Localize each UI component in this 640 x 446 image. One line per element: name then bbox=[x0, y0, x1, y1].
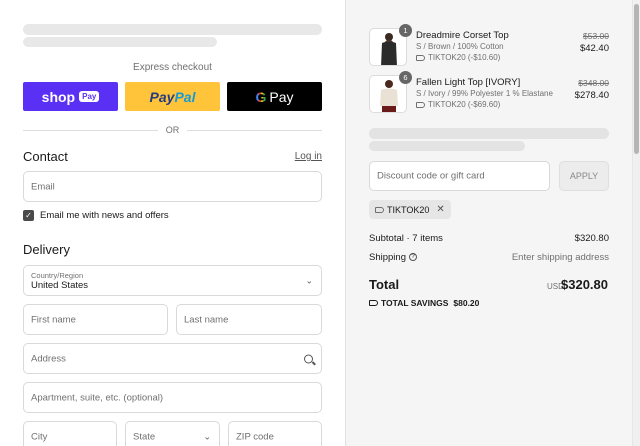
item-original-price: $53.00 bbox=[583, 31, 609, 41]
paypal-button[interactable]: Pay Pal bbox=[125, 82, 220, 111]
item-variant: S / Brown / 100% Cotton bbox=[416, 42, 504, 51]
total-savings: TOTAL SAVINGS $80.20 bbox=[369, 298, 479, 308]
zip-placeholder: ZIP code bbox=[236, 431, 274, 442]
last-name-placeholder: Last name bbox=[184, 314, 229, 325]
delivery-heading: Delivery bbox=[23, 242, 70, 257]
address-field[interactable]: Address bbox=[23, 343, 322, 374]
tag-icon bbox=[369, 300, 378, 306]
loading-skeleton bbox=[23, 24, 322, 35]
shop-pay-logo: shop bbox=[41, 88, 76, 105]
quantity-badge: 6 bbox=[399, 71, 412, 84]
chevron-down-icon: ⌄ bbox=[203, 431, 211, 441]
close-icon[interactable]: ✕ bbox=[436, 204, 444, 215]
google-pay-label: Pay bbox=[269, 88, 294, 105]
shop-pay-chip: Pay bbox=[79, 91, 100, 102]
or-label: OR bbox=[165, 125, 180, 135]
item-discount: TIKTOK20 (-$10.60) bbox=[416, 53, 500, 62]
item-variant: S / Ivory / 99% Polyester 1 % Elastane bbox=[416, 89, 553, 98]
scrollbar[interactable] bbox=[632, 0, 640, 446]
help-icon[interactable]: ? bbox=[408, 253, 417, 262]
item-discount-label: TIKTOK20 (-$10.60) bbox=[428, 53, 501, 62]
discount-code-placeholder: Discount code or gift card bbox=[377, 170, 485, 182]
item-price: $278.40 bbox=[574, 90, 609, 101]
first-name-field[interactable]: First name bbox=[23, 304, 168, 335]
quantity-badge: 1 bbox=[399, 24, 412, 37]
total-label: Total bbox=[369, 277, 400, 292]
cart-item: 6 Fallen Light Top [IVORY] S / Ivory / 9… bbox=[369, 71, 609, 113]
google-g-icon: G bbox=[255, 88, 267, 105]
shop-pay-button[interactable]: shop Pay bbox=[23, 82, 118, 111]
zip-field[interactable]: ZIP code bbox=[228, 421, 322, 446]
loading-skeleton bbox=[23, 37, 217, 47]
subtotal-label: Subtotal · 7 items bbox=[369, 233, 443, 244]
state-select[interactable]: State ⌄ bbox=[125, 421, 220, 446]
address-placeholder: Address bbox=[31, 353, 66, 364]
google-pay-button[interactable]: G Pay bbox=[227, 82, 322, 111]
checkout-form-panel: Express checkout shop Pay Pay Pal G Pay O… bbox=[0, 0, 345, 446]
apartment-placeholder: Apartment, suite, etc. (optional) bbox=[31, 392, 164, 403]
item-discount: TIKTOK20 (-$69.60) bbox=[416, 100, 500, 109]
applied-discount-code: TIKTOK20 bbox=[387, 204, 430, 215]
apply-button[interactable]: APPLY bbox=[559, 161, 609, 191]
city-field[interactable]: City bbox=[23, 421, 117, 446]
search-icon bbox=[304, 354, 313, 363]
scrollbar-thumb[interactable] bbox=[634, 4, 639, 154]
tag-icon bbox=[375, 206, 384, 213]
login-link[interactable]: Log in bbox=[295, 151, 322, 162]
order-summary-panel: 1 Dreadmire Corset Top S / Brown / 100% … bbox=[345, 0, 632, 446]
item-name: Fallen Light Top [IVORY] bbox=[416, 77, 521, 88]
item-name: Dreadmire Corset Top bbox=[416, 30, 509, 41]
country-label: Country/Region bbox=[31, 271, 84, 280]
email-field[interactable]: Email bbox=[23, 171, 322, 202]
loading-skeleton bbox=[369, 141, 525, 151]
paypal-logo-part1: Pay bbox=[149, 88, 175, 105]
item-price: $42.40 bbox=[579, 43, 609, 54]
total-value: $320.80 bbox=[561, 277, 608, 292]
savings-value: $80.20 bbox=[453, 298, 480, 308]
shipping-value: Enter shipping address bbox=[511, 252, 609, 263]
apartment-field[interactable]: Apartment, suite, etc. (optional) bbox=[23, 382, 322, 413]
country-value: United States bbox=[31, 280, 89, 291]
city-placeholder: City bbox=[31, 431, 48, 442]
contact-heading: Contact bbox=[23, 149, 68, 164]
subtotal-value: $320.80 bbox=[574, 233, 609, 244]
item-original-price: $348.00 bbox=[578, 78, 609, 88]
shipping-label-wrap: Shipping? bbox=[369, 252, 417, 263]
newsletter-label: Email me with news and offers bbox=[40, 210, 169, 221]
applied-discount-chip: TIKTOK20 ✕ bbox=[369, 200, 451, 219]
loading-skeleton bbox=[369, 128, 609, 139]
tag-icon bbox=[416, 101, 425, 108]
state-placeholder: State bbox=[133, 431, 156, 442]
cart-item: 1 Dreadmire Corset Top S / Brown / 100% … bbox=[369, 24, 609, 66]
shipping-label: Shipping bbox=[369, 252, 406, 263]
newsletter-option[interactable]: ✓ Email me with news and offers bbox=[23, 210, 169, 221]
discount-code-field[interactable]: Discount code or gift card bbox=[369, 161, 550, 191]
last-name-field[interactable]: Last name bbox=[176, 304, 322, 335]
chevron-down-icon: ⌄ bbox=[305, 275, 313, 285]
express-checkout-label: Express checkout bbox=[133, 62, 212, 73]
email-placeholder: Email bbox=[31, 181, 55, 192]
paypal-logo-part2: Pal bbox=[174, 88, 196, 105]
first-name-placeholder: First name bbox=[31, 314, 76, 325]
savings-label: TOTAL SAVINGS bbox=[381, 298, 449, 308]
item-discount-label: TIKTOK20 (-$69.60) bbox=[428, 100, 501, 109]
tag-icon bbox=[416, 54, 425, 61]
or-divider: OR bbox=[23, 124, 322, 136]
newsletter-checkbox[interactable]: ✓ bbox=[23, 210, 34, 221]
country-select[interactable]: Country/Region United States ⌄ bbox=[23, 265, 322, 296]
